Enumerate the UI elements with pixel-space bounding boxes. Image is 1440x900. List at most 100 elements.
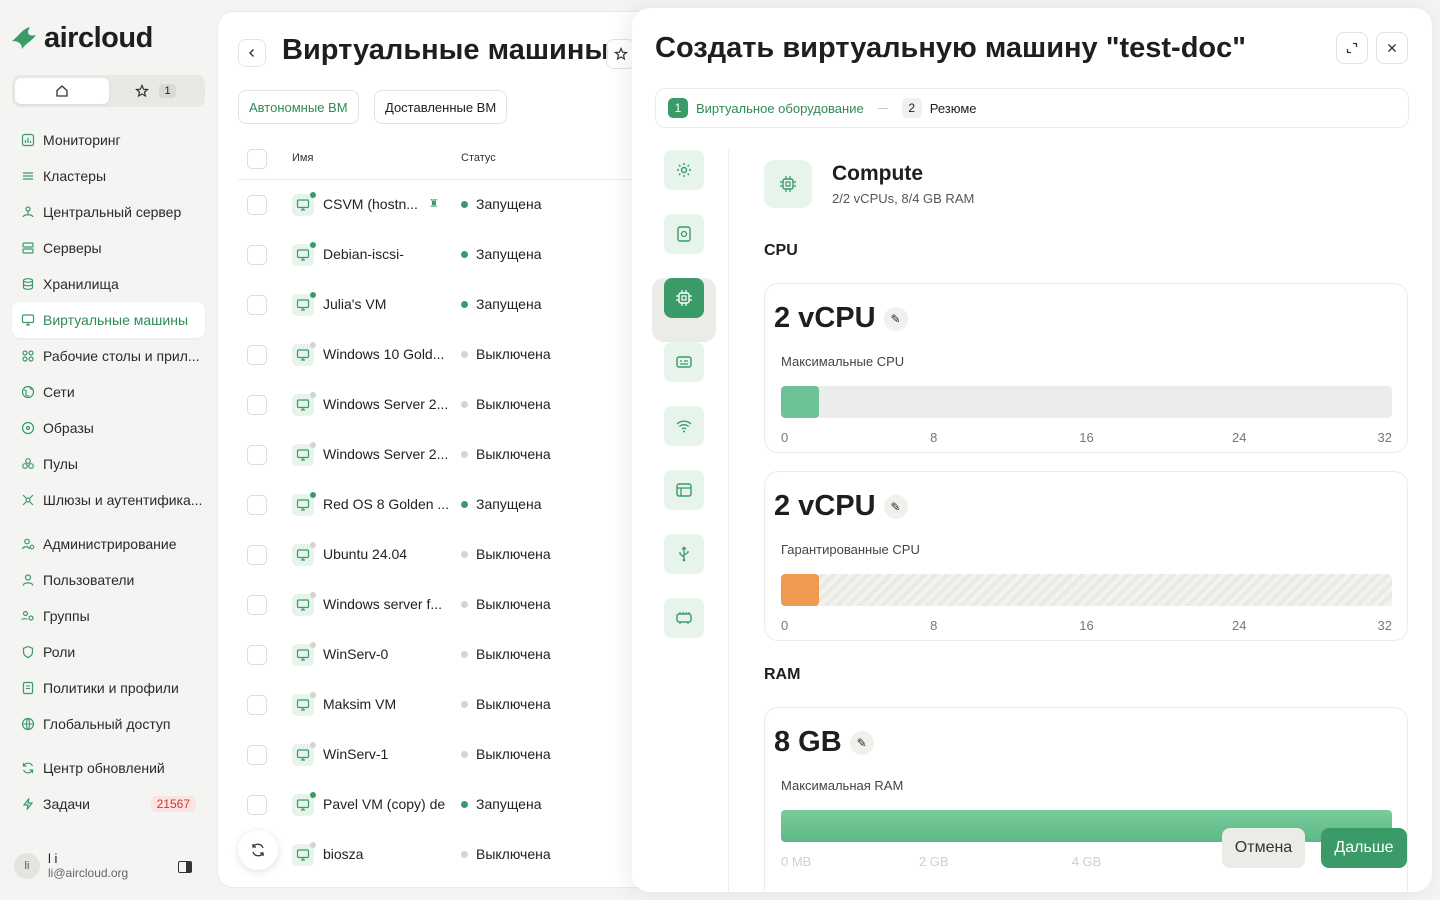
sidebar-item-globe[interactable]: Сети [12,374,205,410]
row-checkbox[interactable] [247,345,267,365]
edit-cpu-guaranteed-button[interactable]: ✎ [883,494,908,519]
column-header-name[interactable]: Имя [292,152,313,164]
user-profile[interactable]: li l i li@aircloud.org [14,852,194,880]
table-row[interactable]: CSVM (hostn... Запущена ♜ [218,180,656,230]
vm-name[interactable]: Pavel VM (copy) de [323,796,445,812]
next-button[interactable]: Дальше [1321,828,1407,868]
wizard-steps: 1 Виртуальное оборудование 2 Резюме [655,88,1409,128]
sidebar-toggle-icon[interactable] [178,861,192,873]
sidebar-item-gateway[interactable]: Шлюзы и аутентифика... [12,482,205,518]
status-dot [461,600,468,608]
sidebar-item-label: Сети [43,384,75,400]
table-row[interactable]: Ubuntu 24.04 Выключена [218,530,656,580]
sidebar-item-chart[interactable]: Мониторинг [12,122,205,158]
hardware-tab-cpu[interactable] [664,278,704,318]
hardware-tab-usb[interactable] [664,534,704,574]
close-button[interactable] [1376,32,1408,64]
row-checkbox[interactable] [247,595,267,615]
hardware-tab-window[interactable] [664,470,704,510]
hardware-tab-settings[interactable] [664,150,704,190]
vm-name[interactable]: Ubuntu 24.04 [323,546,407,562]
table-row[interactable]: Maksim VM Выключена [218,680,656,730]
vm-name[interactable]: Julia's VM [323,296,386,312]
sidebar-item-globe-access[interactable]: Глобальный доступ [12,706,205,742]
row-checkbox[interactable] [247,295,267,315]
home-tab[interactable] [15,78,109,104]
sidebar-item-layers[interactable]: Кластеры [12,158,205,194]
table-row[interactable]: Windows Server 2... Выключена [218,380,656,430]
vm-name[interactable]: WinServ-1 [323,746,388,762]
vm-list-panel: Виртуальные машины Автономные ВМ Доставл… [217,11,657,888]
vm-monitor-icon [292,842,316,866]
vm-name[interactable]: WinServ-0 [323,646,388,662]
table-row[interactable]: WinServ-0 Выключена [218,630,656,680]
sidebar-item-shield[interactable]: Роли [12,634,205,670]
row-checkbox[interactable] [247,645,267,665]
row-checkbox[interactable] [247,545,267,565]
vm-name[interactable]: Maksim VM [323,696,396,712]
row-checkbox[interactable] [247,495,267,515]
table-row[interactable]: Red OS 8 Golden ... Запущена [218,480,656,530]
table-row[interactable]: Windows Server 2... Выключена [218,430,656,480]
step-2-label[interactable]: Резюме [930,101,977,116]
cpu-guaranteed-slider[interactable] [781,574,1392,606]
column-header-status[interactable]: Статус [461,152,496,164]
select-all-checkbox[interactable] [247,149,267,169]
sidebar-item-group[interactable]: Группы [12,598,205,634]
table-row[interactable]: Julia's VM Запущена [218,280,656,330]
vm-name[interactable]: Debian-iscsi- [323,246,404,262]
sidebar-item-admin[interactable]: Администрирование [12,526,205,562]
logo[interactable]: aircloud [10,22,153,55]
cpu-max-fill [781,386,820,418]
table-row[interactable]: WinServ-1 Выключена [218,730,656,780]
row-checkbox[interactable] [247,445,267,465]
sidebar-item-bolt[interactable]: Задачи 21567 [12,786,205,822]
sidebar-item-disc[interactable]: Образы [12,410,205,446]
hardware-tab-device[interactable] [664,598,704,638]
sidebar-item-refresh[interactable]: Центр обновлений [12,750,205,786]
table-row[interactable]: biosza Выключена [218,830,656,880]
row-checkbox[interactable] [247,695,267,715]
tab-standalone-vm[interactable]: Автономные ВМ [238,90,359,124]
vm-name[interactable]: Windows server f... [323,596,442,612]
sidebar-item-user[interactable]: Пользователи [12,562,205,598]
sidebar-item-hub[interactable]: Центральный сервер [12,194,205,230]
tab-delivered-vm[interactable]: Доставленные ВМ [374,90,508,124]
sidebar-item-policy[interactable]: Политики и профили [12,670,205,706]
edit-ram-max-button[interactable]: ✎ [849,730,874,755]
row-checkbox[interactable] [247,795,267,815]
vm-name[interactable]: CSVM (hostn... [323,196,418,212]
hardware-tab-display[interactable] [664,342,704,382]
table-row[interactable]: Pavel VM (copy) de Запущена [218,780,656,830]
vm-name[interactable]: Windows 10 Gold... [323,346,444,362]
vm-name[interactable]: biosza [323,846,363,862]
row-checkbox[interactable] [247,395,267,415]
server-icon [22,242,34,254]
sidebar-item-server[interactable]: Серверы [12,230,205,266]
cancel-button[interactable]: Отмена [1222,828,1305,868]
refresh-button[interactable] [238,830,278,870]
row-checkbox[interactable] [247,745,267,765]
cpu-label: CPU [764,242,798,259]
cpu-max-slider[interactable] [781,386,1392,418]
favorites-tab[interactable]: 1 [109,84,202,98]
vm-name[interactable]: Windows Server 2... [323,396,448,412]
sidebar-item-label: Виртуальные машины [43,312,189,328]
row-checkbox[interactable] [247,195,267,215]
hardware-tab-wifi[interactable] [664,406,704,446]
vm-name[interactable]: Windows Server 2... [323,446,448,462]
sidebar-item-apps[interactable]: Рабочие столы и прил... [12,338,205,374]
hardware-tab-disk[interactable] [664,214,704,254]
step-1-label[interactable]: Виртуальное оборудование [696,101,864,116]
sidebar-item-monitor[interactable]: Виртуальные машины [12,302,205,338]
edit-cpu-max-button[interactable]: ✎ [883,306,908,331]
table-row[interactable]: Debian-iscsi- Запущена [218,230,656,280]
sidebar-item-pools[interactable]: Пулы [12,446,205,482]
row-checkbox[interactable] [247,245,267,265]
vm-name[interactable]: Red OS 8 Golden ... [323,496,449,512]
back-button[interactable] [238,39,266,67]
sidebar-item-database[interactable]: Хранилища [12,266,205,302]
expand-button[interactable] [1336,32,1368,64]
table-row[interactable]: Windows 10 Gold... Выключена [218,330,656,380]
table-row[interactable]: Windows server f... Выключена [218,580,656,630]
